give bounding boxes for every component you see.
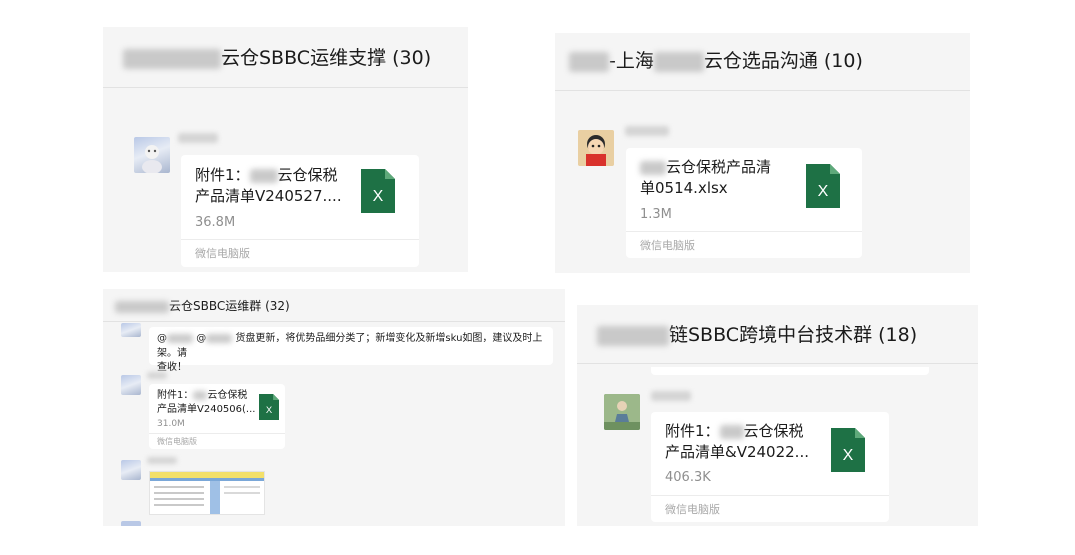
file-source-label: 微信电脑版 xyxy=(195,247,250,260)
avatar[interactable] xyxy=(134,137,170,173)
sender-name-redacted xyxy=(178,133,218,143)
avatar[interactable] xyxy=(121,323,141,337)
file-size: 1.3M xyxy=(640,207,672,222)
chat-header: 云仓SBBC运维群 (32) xyxy=(103,289,565,322)
chat-panel-crossborder-tech: 链SBBC跨境中台技术群 (18) 附件1： 云仓保税 产品清单&V24022..… xyxy=(577,305,978,526)
file-size: 36.8M xyxy=(195,215,236,230)
chat-header: -上海 云仓选品沟通 (10) xyxy=(555,33,970,91)
excel-file-icon: X xyxy=(806,164,840,208)
thumbnail-header-bar xyxy=(150,478,264,481)
chat-header: 云仓SBBC运维支撑 (30) xyxy=(103,27,468,88)
chat-panel-sbbc-support: 云仓SBBC运维支撑 (30) 附件1： 云仓保税 产品清单V240527....… xyxy=(103,27,468,272)
redacted-text xyxy=(719,424,744,439)
redacted-text xyxy=(206,333,233,343)
redacted-text xyxy=(640,160,666,175)
avatar[interactable] xyxy=(121,460,141,480)
redacted-name xyxy=(569,51,609,72)
redacted-name xyxy=(653,51,704,72)
file-message-card[interactable]: 附件1： 云仓保税 产品清单&V24022... X 406.3K 微信电脑版 xyxy=(651,412,889,522)
svg-text:X: X xyxy=(843,447,854,464)
sender-name-redacted xyxy=(651,391,691,401)
chat-title: -上海 云仓选品沟通 (10) xyxy=(569,46,863,73)
thumbnail-row xyxy=(224,486,260,488)
thumbnail-row xyxy=(224,492,260,494)
avatar[interactable] xyxy=(121,521,141,526)
svg-text:X: X xyxy=(818,183,829,200)
sender-name-redacted xyxy=(625,126,669,136)
sender-name-redacted xyxy=(147,457,177,464)
svg-text:X: X xyxy=(266,404,273,415)
thumbnail-column xyxy=(210,481,220,514)
chat-header: 链SBBC跨境中台技术群 (18) xyxy=(577,305,978,364)
divider xyxy=(181,239,419,240)
divider xyxy=(149,433,285,434)
sender-name-redacted xyxy=(147,372,167,379)
avatar[interactable] xyxy=(604,394,640,430)
file-source-label: 微信电脑版 xyxy=(157,437,197,446)
chat-title: 云仓SBBC运维群 (32) xyxy=(115,297,290,314)
redacted-text xyxy=(167,333,193,343)
divider xyxy=(651,495,889,496)
text-message-bubble[interactable]: @ @ 货盘更新，将优势品细分类了；新增变化及新增sku如图，建议及时上架。请 … xyxy=(149,327,553,373)
chat-title: 链SBBC跨境中台技术群 (18) xyxy=(597,320,917,347)
redacted-text xyxy=(193,390,208,400)
file-name: 附件1： 云仓保税 产品清单V240527.... xyxy=(195,166,342,205)
file-name: 附件1： 云仓保税 产品清单V240506(... xyxy=(157,390,256,415)
file-message-card[interactable]: 附件1： 云仓保税 产品清单V240527.... X 36.8M 微信电脑版 xyxy=(181,155,419,267)
redacted-name xyxy=(123,48,221,69)
redacted-name xyxy=(115,300,169,313)
chat-panel-sbbc-ops-group: 云仓SBBC运维群 (32) @ @ 货盘更新，将优势品细分类了；新增变化及新增… xyxy=(103,289,565,526)
file-size: 406.3K xyxy=(665,470,711,485)
file-message-card[interactable]: 云仓保税产品清 单0514.xlsx X 1.3M 微信电脑版 xyxy=(626,148,862,258)
thumbnail-row xyxy=(154,498,204,500)
avatar[interactable] xyxy=(121,375,141,395)
excel-file-icon: X xyxy=(259,394,279,420)
redacted-text xyxy=(249,168,278,183)
chat-title: 云仓SBBC运维支撑 (30) xyxy=(123,43,431,70)
previous-message-edge xyxy=(651,367,929,375)
file-message-card[interactable]: 附件1： 云仓保税 产品清单V240506(... X 31.0M 微信电脑版 xyxy=(149,384,285,449)
file-size: 31.0M xyxy=(157,419,185,429)
thumbnail-row xyxy=(154,486,204,488)
svg-text:X: X xyxy=(373,188,384,205)
thumbnail-row xyxy=(154,504,204,506)
file-source-label: 微信电脑版 xyxy=(640,239,695,252)
thumbnail-row xyxy=(154,492,204,494)
excel-file-icon: X xyxy=(361,169,395,213)
file-name: 云仓保税产品清 单0514.xlsx xyxy=(640,158,772,197)
avatar[interactable] xyxy=(578,130,614,166)
screenshot-image-thumbnail[interactable] xyxy=(149,471,265,515)
excel-file-icon: X xyxy=(831,428,865,472)
chat-panel-shanghai-selection: -上海 云仓选品沟通 (10) 云仓保税产品清 单0514.xlsx X 1.3M… xyxy=(555,33,970,273)
file-source-label: 微信电脑版 xyxy=(665,503,720,516)
redacted-name xyxy=(597,325,669,346)
divider xyxy=(626,231,862,232)
file-name: 附件1： 云仓保税 产品清单&V24022... xyxy=(665,422,809,461)
